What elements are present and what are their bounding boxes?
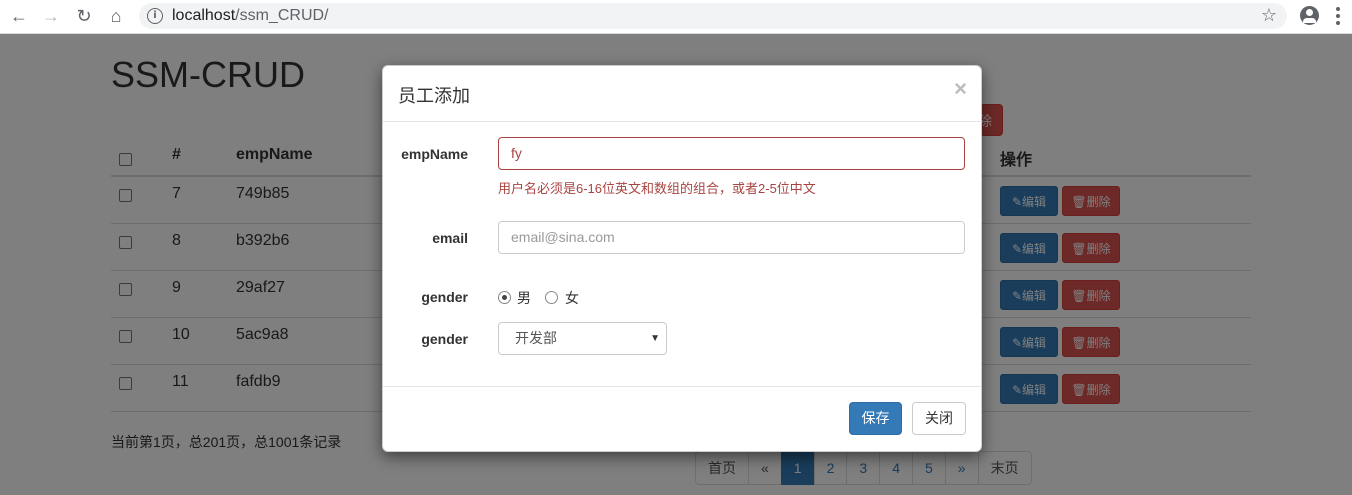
url-host: localhost [172,7,236,24]
chevron-down-icon: ▼ [650,333,660,344]
home-icon[interactable]: ⌂ [104,5,128,27]
bookmark-star-icon[interactable]: ☆ [1261,5,1277,26]
modal-footer: 保存 关闭 [383,386,981,452]
gender-female-radio[interactable] [545,291,558,304]
modal-header: 员工添加 × [383,66,981,122]
back-icon[interactable]: ← [7,5,31,27]
empname-error-text: 用户名必须是6-16位英文和数组的组合，或者2-5位中文 [498,181,816,196]
close-icon[interactable]: × [954,78,967,100]
add-employee-modal: 员工添加 × empName fy 用户名必须是6-16位英文和数组的组合，或者… [382,65,982,452]
reload-icon[interactable]: ↻ [72,5,96,27]
empname-field[interactable]: fy [498,137,965,170]
gender-label: gender [421,289,468,305]
url-path: /ssm_CRUD/ [235,7,329,24]
department-value: 开发部 [515,330,557,346]
browser-toolbar: ← → ↻ ⌂ i localhost/ssm_CRUD/ ☆ [0,0,1352,34]
gender-male-label: 男 [517,290,531,306]
address-bar[interactable]: i localhost/ssm_CRUD/ ☆ [139,3,1287,29]
url-text: localhost/ssm_CRUD/ [172,7,329,25]
department-label: gender [421,331,468,347]
account-icon[interactable] [1300,6,1319,25]
gender-female-label: 女 [565,290,579,306]
gender-male-radio[interactable] [498,291,511,304]
email-placeholder: email@sina.com [511,229,615,245]
save-button[interactable]: 保存 [849,402,902,435]
info-icon[interactable]: i [147,8,163,24]
modal-title: 员工添加 [398,86,470,106]
email-field[interactable]: email@sina.com [498,221,965,254]
close-button[interactable]: 关闭 [912,402,966,435]
forward-icon[interactable]: → [39,5,63,27]
email-label: email [432,230,468,246]
empname-label: empName [401,146,468,162]
menu-dots-icon[interactable] [1336,7,1340,25]
department-select[interactable]: 开发部 ▼ [498,322,667,355]
